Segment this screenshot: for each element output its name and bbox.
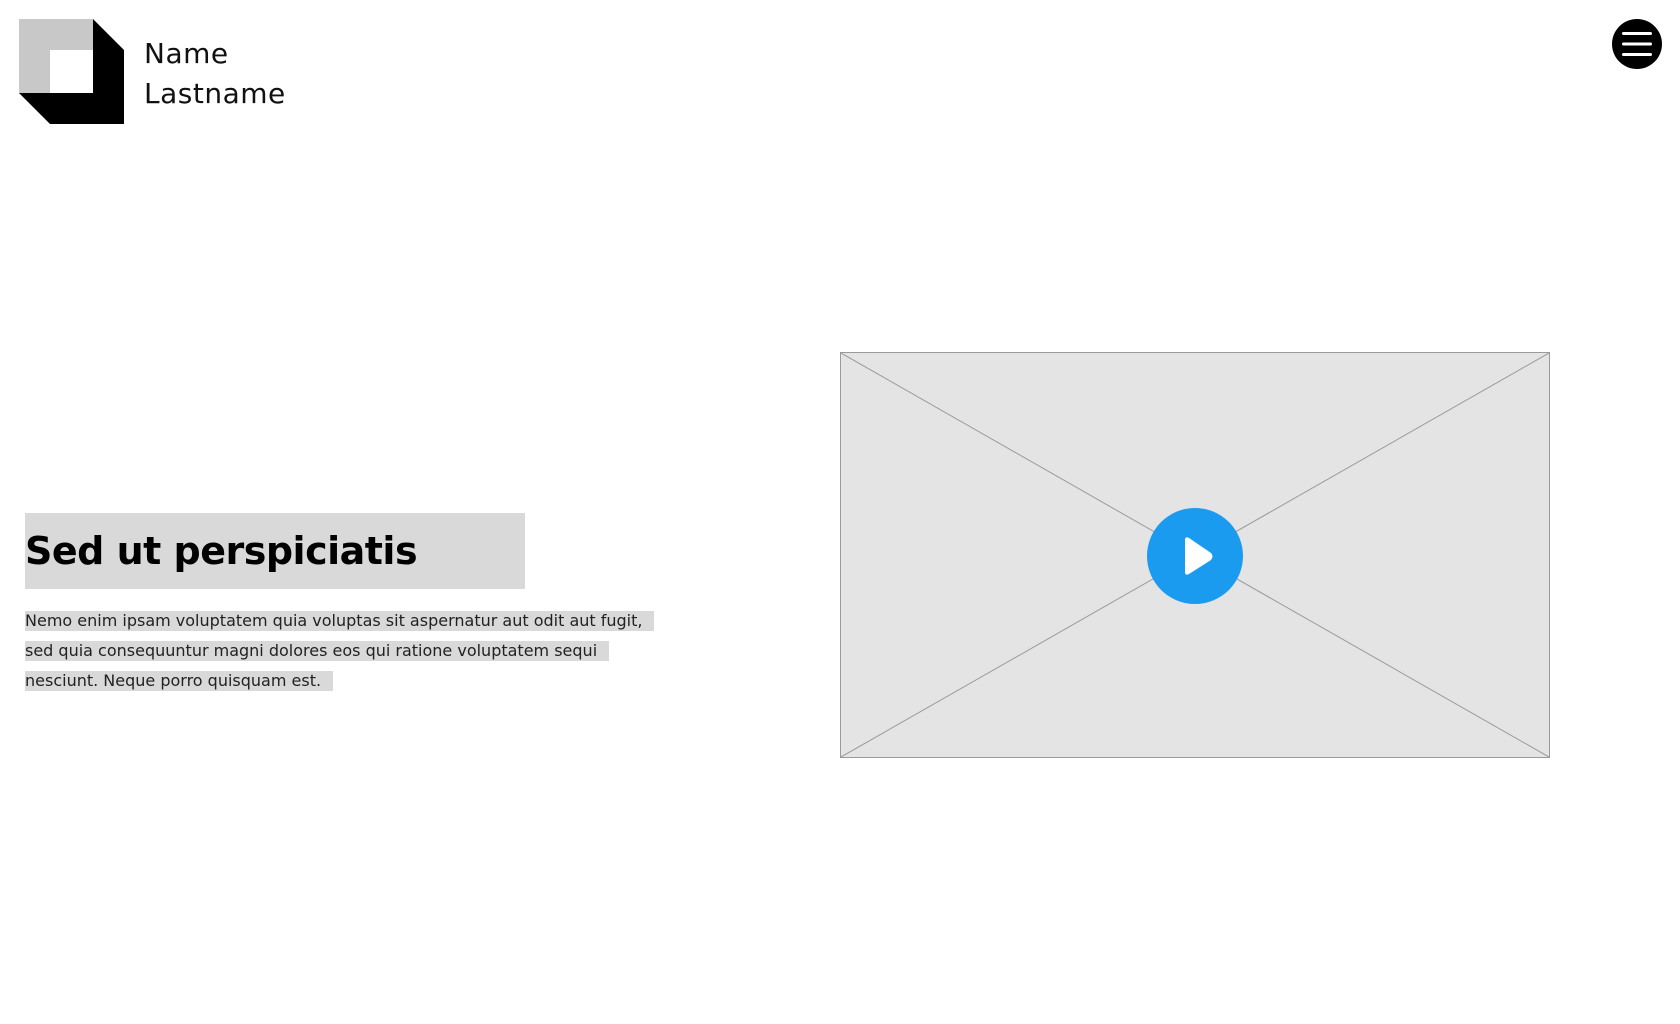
brand-first-name: Name: [144, 37, 229, 70]
logo[interactable]: [19, 19, 124, 124]
box-logo-icon: [19, 19, 124, 124]
hamburger-menu-icon: [1622, 32, 1652, 56]
brand-last-name: Lastname: [144, 77, 286, 110]
hero-description-line: sed quia consequuntur magni dolores eos …: [25, 641, 610, 661]
menu-button[interactable]: [1612, 19, 1662, 69]
hero-description: Nemo enim ipsam voluptatem quia voluptas…: [25, 606, 725, 696]
play-icon: [1185, 537, 1213, 575]
brand-name: Name Lastname: [144, 34, 286, 114]
hero-title: Sed ut perspiciatis: [25, 529, 418, 573]
hero-description-line: Nemo enim ipsam voluptatem quia voluptas…: [25, 611, 655, 631]
hero-description-line: nesciunt. Neque porro quisquam est.: [25, 671, 334, 691]
video-placeholder[interactable]: [840, 352, 1550, 758]
play-button[interactable]: [1147, 508, 1243, 604]
